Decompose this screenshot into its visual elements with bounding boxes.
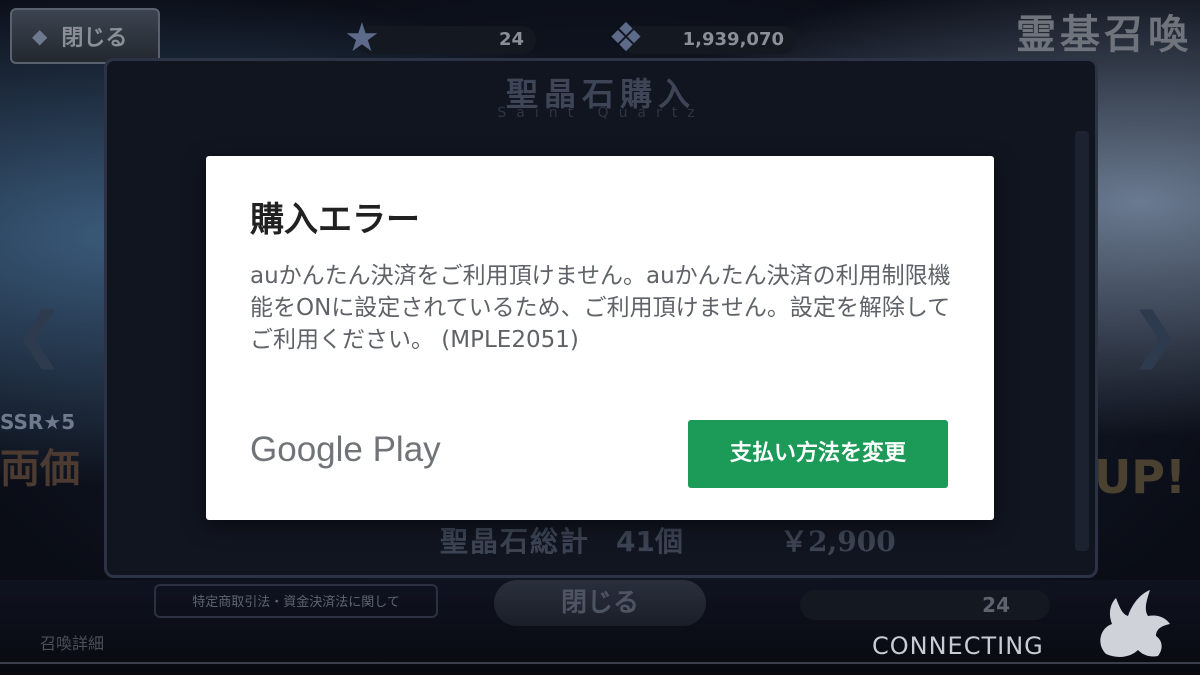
- quartz-count-stat: ★ 24: [344, 16, 536, 60]
- mana-prism-icon: ❖: [608, 15, 644, 61]
- panel-scrollbar[interactable]: [1075, 131, 1089, 551]
- right-promo-banner: UP!: [1093, 450, 1186, 504]
- panel-subtitle: Saint Quartz: [497, 105, 705, 121]
- game-close-tab-label: 閉じる: [61, 26, 128, 51]
- left-chevron-icon[interactable]: ❮: [14, 300, 64, 370]
- total-label: 聖晶石総計: [440, 525, 591, 558]
- bottom-close-button[interactable]: 閉じる: [494, 580, 706, 626]
- game-close-tab[interactable]: ◆ 閉じる: [10, 8, 160, 64]
- game-bottom-bar: 特定商取引法・資金決済法に関して 閉じる 24 召喚詳細: [0, 580, 1200, 675]
- mana-count-value: 1,939,070: [682, 29, 784, 50]
- fou-mascot-icon: [1086, 584, 1176, 664]
- total-price: ￥2,900: [780, 525, 896, 558]
- bottom-count: 24: [800, 590, 1050, 620]
- back-arrow-icon: ◆: [32, 24, 48, 48]
- quartz-count-value: 24: [498, 29, 524, 50]
- google-play-logo: Google Play: [250, 430, 441, 469]
- left-banner-line2: 両価: [0, 446, 80, 492]
- left-banner-line1: SSR★5: [0, 410, 76, 434]
- quartz-star-icon: ★: [344, 15, 380, 61]
- purchase-error-dialog: 購入エラー auかんたん決済をご利用頂けません。auかんたん決済の利用制限機能を…: [206, 156, 994, 520]
- bottom-divider: [0, 662, 1200, 664]
- right-chevron-icon[interactable]: ❯: [1130, 300, 1180, 370]
- dialog-title: 購入エラー: [250, 200, 420, 240]
- summon-corner-title: 霊基召喚: [1016, 11, 1192, 58]
- mana-count-stat: ❖ 1,939,070: [608, 16, 796, 60]
- change-payment-method-button[interactable]: 支払い方法を変更: [688, 420, 948, 488]
- total-count: 41個: [616, 525, 683, 558]
- connecting-status: CONNECTING: [872, 632, 1044, 660]
- summon-details-link[interactable]: 召喚詳細: [40, 630, 104, 654]
- legal-notice-button[interactable]: 特定商取引法・資金決済法に関して: [154, 584, 438, 618]
- dialog-message: auかんたん決済をご利用頂けません。auかんたん決済の利用制限機能をONに設定さ…: [250, 263, 951, 353]
- left-promo-banner: SSR★5 両価: [0, 410, 110, 494]
